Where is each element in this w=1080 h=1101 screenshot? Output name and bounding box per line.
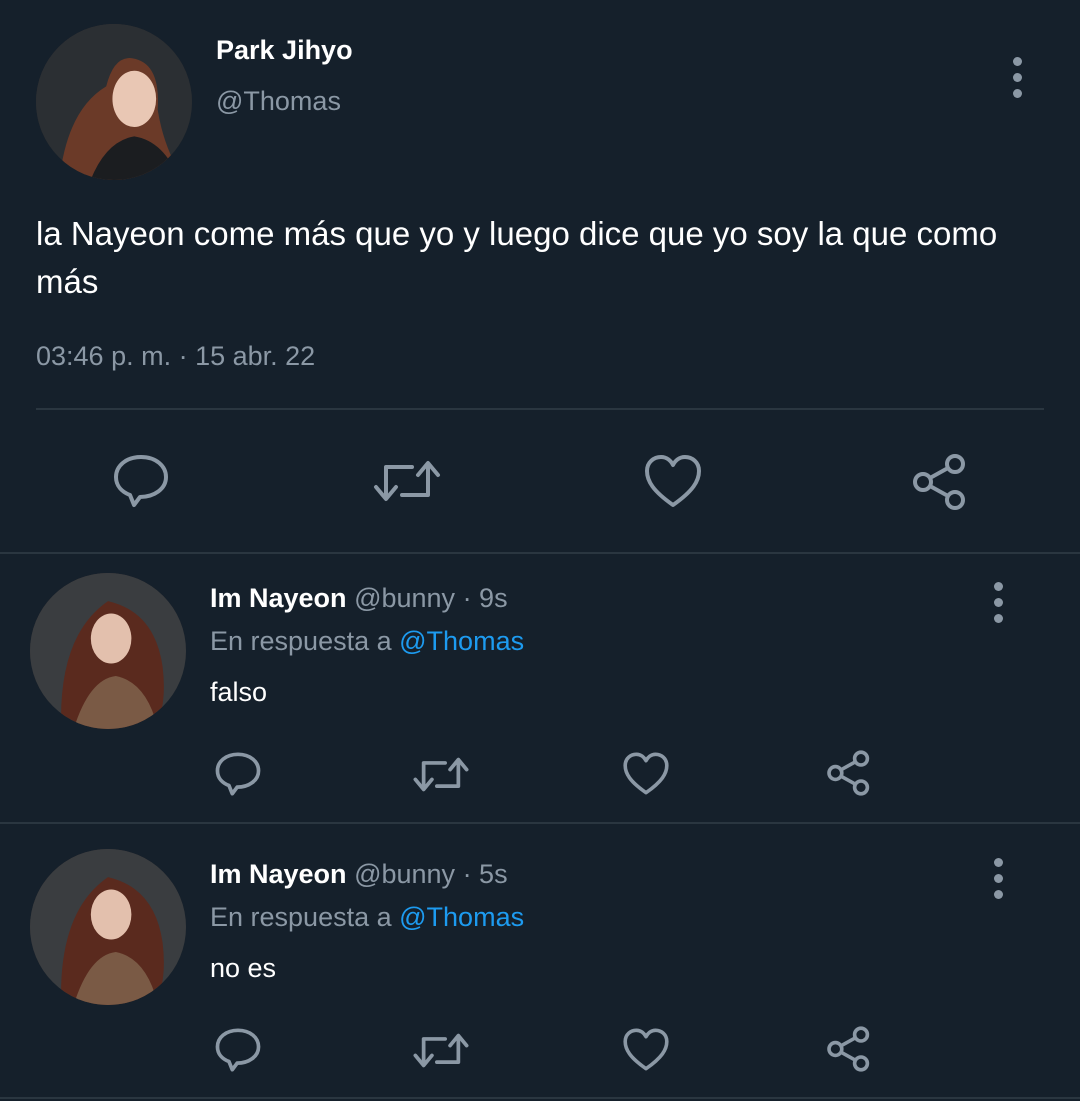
author-name[interactable]: Im Nayeon — [210, 583, 347, 613]
reply-icon — [114, 455, 168, 507]
share-button[interactable] — [910, 452, 970, 512]
share-icon — [827, 750, 870, 796]
more-options-button[interactable] — [993, 582, 1003, 623]
avatar-image — [30, 573, 186, 729]
section-divider — [0, 1097, 1080, 1099]
share-button[interactable] — [825, 749, 873, 797]
like-button[interactable] — [622, 1027, 670, 1072]
more-vertical-icon — [1012, 57, 1022, 66]
reply-header: Im Nayeon @bunny · 9s — [210, 583, 508, 614]
author-name[interactable]: Im Nayeon — [210, 859, 347, 889]
author-handle[interactable]: @bunny — [354, 583, 455, 613]
author-handle[interactable]: @bunny — [354, 859, 455, 889]
share-icon — [827, 1026, 870, 1072]
reply-age: · 9s — [462, 583, 508, 613]
section-divider — [0, 552, 1080, 554]
retweet-button[interactable] — [412, 1029, 470, 1072]
like-button[interactable] — [643, 453, 703, 509]
reply-button[interactable] — [214, 1027, 262, 1073]
reply-to-link[interactable]: @Thomas — [399, 902, 524, 932]
avatar-image — [36, 24, 192, 180]
retweet-icon — [413, 1033, 469, 1068]
reply-header: Im Nayeon @bunny · 5s — [210, 859, 508, 890]
section-divider — [0, 822, 1080, 824]
avatar[interactable] — [30, 573, 186, 729]
retweet-button[interactable] — [372, 455, 442, 507]
heart-icon — [623, 1028, 669, 1071]
more-vertical-icon — [993, 582, 1003, 591]
share-button[interactable] — [825, 1025, 873, 1073]
more-options-button[interactable] — [993, 858, 1003, 899]
more-options-button[interactable] — [1012, 57, 1022, 98]
author-name[interactable]: Park Jihyo — [216, 35, 353, 66]
reply-prefix: En respuesta a — [210, 626, 392, 656]
reply-icon — [215, 752, 261, 796]
tweet-text: la Nayeon come más que yo y luego dice q… — [36, 215, 998, 300]
avatar[interactable] — [30, 849, 186, 1005]
reply-context: En respuesta a @Thomas — [210, 626, 524, 657]
retweet-icon — [413, 757, 469, 792]
retweet-button[interactable] — [412, 753, 470, 796]
tweet-divider — [36, 408, 1044, 410]
author-handle[interactable]: @Thomas — [216, 86, 341, 117]
retweet-icon — [374, 461, 440, 501]
share-icon — [913, 454, 965, 510]
reply-prefix: En respuesta a — [210, 902, 392, 932]
more-vertical-icon — [993, 858, 1003, 867]
reply-to-link[interactable]: @Thomas — [399, 626, 524, 656]
heart-icon — [623, 752, 669, 795]
reply-text: falso — [210, 677, 268, 707]
reply-context: En respuesta a @Thomas — [210, 902, 524, 933]
reply-age: · 5s — [462, 859, 508, 889]
heart-icon — [645, 455, 701, 507]
avatar-image — [30, 849, 186, 1005]
reply-button[interactable] — [214, 751, 262, 797]
avatar[interactable] — [36, 24, 192, 180]
reply-icon — [215, 1028, 261, 1072]
reply-text: no es — [210, 953, 277, 983]
tweet-timestamp[interactable]: 03:46 p. m. · 15 abr. 22 — [36, 341, 315, 372]
reply-button[interactable] — [112, 453, 170, 509]
like-button[interactable] — [622, 751, 670, 796]
